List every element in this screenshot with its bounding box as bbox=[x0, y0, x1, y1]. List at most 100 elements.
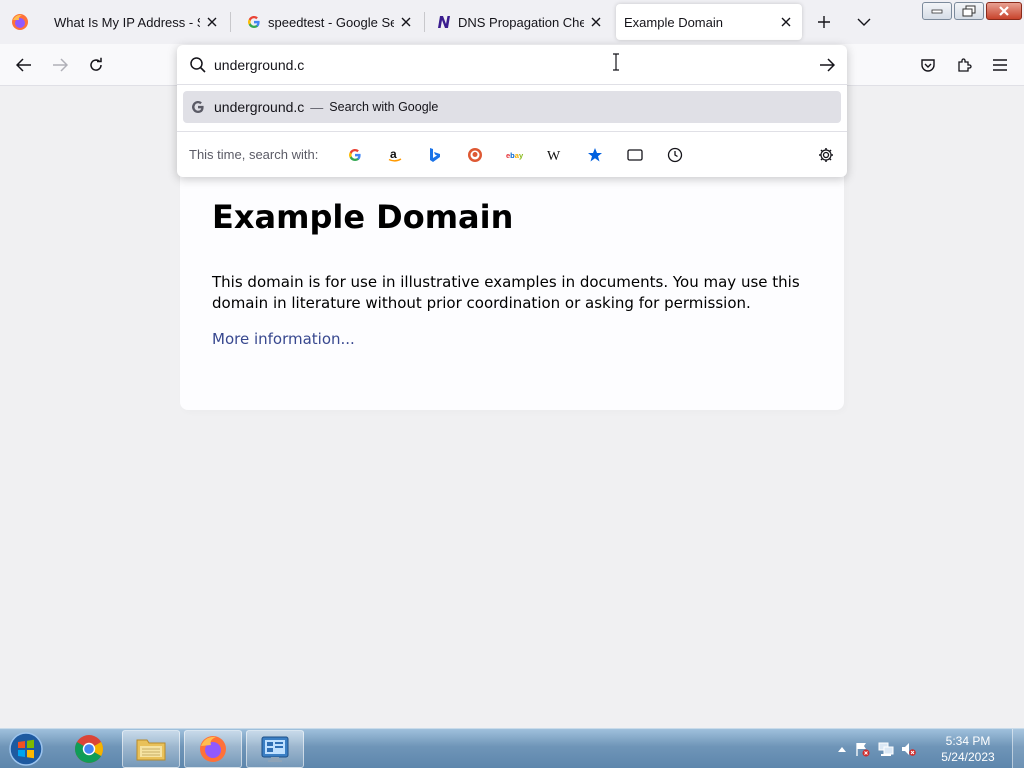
firefox-view-icon[interactable] bbox=[10, 12, 30, 32]
arrow-left-icon bbox=[16, 58, 31, 72]
suggestion-query: underground.c bbox=[214, 99, 305, 115]
svg-text:W: W bbox=[547, 149, 561, 162]
tab-whatismyip[interactable]: What Is My IP Address - See Your bbox=[44, 4, 226, 40]
google-g-icon bbox=[190, 99, 206, 115]
tab-title: What Is My IP Address - See Your bbox=[54, 14, 200, 30]
extensions-button[interactable] bbox=[952, 53, 976, 77]
tab-example-domain[interactable]: Example Domain bbox=[616, 4, 802, 40]
page-content: Example Domain This domain is for use in… bbox=[0, 86, 1024, 728]
network-icon[interactable] bbox=[878, 741, 894, 757]
close-icon[interactable] bbox=[398, 14, 414, 30]
amazon-icon: a bbox=[388, 147, 402, 162]
tab-dns-propagation[interactable]: DNS Propagation Checker bbox=[430, 4, 610, 40]
tab-title: speedtest - Google Search bbox=[268, 14, 394, 30]
tab-title: DNS Propagation Checker bbox=[458, 14, 584, 30]
text-cursor-icon bbox=[611, 53, 621, 71]
close-icon bbox=[999, 6, 1009, 16]
bing-engine-button[interactable] bbox=[423, 143, 447, 167]
urlbar bbox=[177, 45, 847, 85]
ebay-engine-button[interactable]: ebay bbox=[503, 143, 527, 167]
duckduckgo-engine-button[interactable] bbox=[463, 143, 487, 167]
page-paragraph: This domain is for use in illustrative e… bbox=[212, 273, 800, 312]
url-input[interactable] bbox=[214, 55, 794, 75]
window-close-button[interactable] bbox=[986, 2, 1022, 20]
go-button[interactable] bbox=[817, 55, 837, 75]
restore-button[interactable] bbox=[954, 2, 984, 20]
amazon-engine-button[interactable]: a bbox=[383, 143, 407, 167]
minimize-button[interactable] bbox=[922, 2, 952, 20]
google-g-icon bbox=[246, 14, 262, 30]
page-heading: Example Domain bbox=[212, 198, 514, 236]
back-button[interactable] bbox=[12, 53, 36, 77]
history-search-button[interactable] bbox=[663, 143, 687, 167]
show-hidden-icons-button[interactable] bbox=[834, 741, 850, 757]
wikipedia-engine-button[interactable]: W bbox=[543, 143, 567, 167]
window-controls bbox=[922, 2, 1022, 20]
one-off-label: This time, search with: bbox=[189, 147, 319, 162]
search-icon bbox=[189, 56, 207, 74]
minimize-icon bbox=[931, 9, 943, 14]
list-all-tabs-button[interactable] bbox=[852, 10, 876, 34]
pocket-button[interactable] bbox=[916, 53, 940, 77]
bookmarks-search-button[interactable] bbox=[583, 143, 607, 167]
start-button[interactable] bbox=[4, 730, 48, 768]
tab-separator bbox=[230, 12, 231, 32]
one-off-search-bar: This time, search with: a ebay W bbox=[177, 131, 847, 177]
duckduckgo-icon bbox=[468, 148, 482, 162]
app-menu-button[interactable] bbox=[988, 53, 1012, 77]
chevron-down-icon bbox=[857, 18, 871, 26]
suggestion-separator: — bbox=[310, 99, 324, 115]
control-panel-icon bbox=[261, 736, 289, 762]
search-suggestion-row[interactable]: underground.c — Search with Google bbox=[183, 91, 841, 123]
more-information-link[interactable]: More information... bbox=[212, 330, 355, 348]
tab-icon bbox=[627, 149, 643, 161]
firefox-taskbar-button[interactable] bbox=[184, 730, 242, 768]
urlbar-dropdown: underground.c — Search with Google This … bbox=[177, 45, 847, 177]
firefox-icon bbox=[200, 736, 226, 762]
hamburger-menu-icon bbox=[993, 59, 1007, 71]
pocket-icon bbox=[921, 59, 935, 72]
show-desktop-button[interactable] bbox=[1012, 729, 1024, 768]
google-g-icon bbox=[349, 149, 361, 161]
plus-icon bbox=[818, 16, 830, 28]
n-logo-icon bbox=[436, 14, 452, 30]
tab-title: Example Domain bbox=[624, 14, 723, 30]
arrow-right-icon bbox=[820, 58, 835, 72]
system-tray: 5:34 PM 5/24/2023 bbox=[834, 729, 1024, 768]
clock-icon bbox=[667, 147, 683, 163]
tab-speedtest[interactable]: speedtest - Google Search bbox=[236, 4, 420, 40]
clock-time: 5:34 PM bbox=[945, 734, 991, 748]
restore-icon bbox=[962, 5, 976, 17]
tab-strip: What Is My IP Address - See Your speedte… bbox=[0, 0, 1024, 44]
google-engine-button[interactable] bbox=[343, 143, 367, 167]
control-panel-taskbar-button[interactable] bbox=[246, 730, 304, 768]
clock-date: 5/24/2023 bbox=[941, 750, 995, 764]
chrome-icon bbox=[75, 735, 103, 763]
tabs-search-button[interactable] bbox=[623, 143, 647, 167]
puzzle-icon bbox=[958, 58, 972, 72]
chevron-up-icon bbox=[838, 747, 846, 752]
close-icon[interactable] bbox=[778, 14, 794, 30]
volume-muted-icon[interactable] bbox=[900, 741, 916, 757]
search-settings-button[interactable] bbox=[815, 144, 837, 166]
windows-start-icon bbox=[9, 732, 43, 766]
reload-button[interactable] bbox=[84, 53, 108, 77]
close-icon[interactable] bbox=[588, 14, 604, 30]
star-icon bbox=[588, 148, 602, 162]
windows-taskbar: 5:34 PM 5/24/2023 bbox=[0, 728, 1024, 768]
close-icon[interactable] bbox=[204, 14, 220, 30]
arrow-right-icon bbox=[53, 58, 68, 72]
action-center-flag-icon[interactable] bbox=[854, 741, 870, 757]
system-clock[interactable]: 5:34 PM 5/24/2023 bbox=[936, 733, 1000, 765]
reload-icon bbox=[90, 57, 102, 71]
forward-button[interactable] bbox=[48, 53, 72, 77]
gear-icon bbox=[819, 148, 833, 162]
file-explorer-taskbar-button[interactable] bbox=[122, 730, 180, 768]
new-tab-button[interactable] bbox=[812, 10, 836, 34]
svg-text:a: a bbox=[390, 147, 397, 161]
chrome-taskbar-button[interactable] bbox=[60, 730, 118, 768]
content-card: Example Domain This domain is for use in… bbox=[180, 160, 844, 410]
wikipedia-icon: W bbox=[547, 149, 561, 162]
bing-icon bbox=[430, 148, 440, 162]
ebay-icon: ebay bbox=[506, 151, 524, 160]
